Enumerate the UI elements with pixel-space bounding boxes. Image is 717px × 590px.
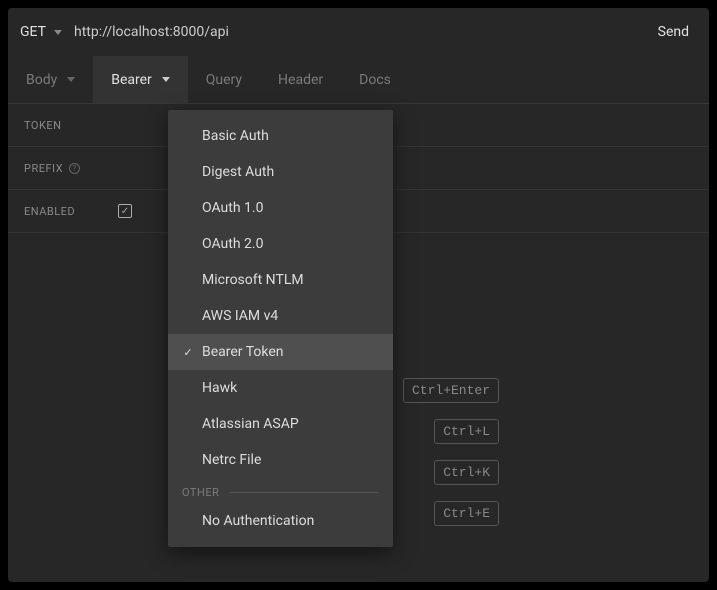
chevron-down-icon bbox=[162, 77, 170, 82]
auth-option-label: Microsoft NTLM bbox=[202, 272, 379, 288]
tab-label: Bearer bbox=[111, 72, 152, 88]
app-window: GET Send Body Bearer Query Header Docs T… bbox=[8, 8, 709, 582]
shortcut-row: Ctrl+K bbox=[434, 460, 499, 485]
tabs: Body Bearer Query Header Docs bbox=[8, 56, 709, 104]
auth-option[interactable]: Digest Auth bbox=[168, 154, 393, 190]
auth-option-label: No Authentication bbox=[202, 513, 379, 529]
url-bar: GET Send bbox=[8, 8, 709, 56]
url-input[interactable] bbox=[74, 24, 638, 40]
dropdown-section-header: OTHER bbox=[168, 478, 393, 503]
help-icon[interactable]: ? bbox=[69, 163, 80, 174]
auth-option-label: Netrc File bbox=[202, 452, 379, 468]
shortcut-hints: Ctrl+Enter Ctrl+L Ctrl+K Ctrl+E bbox=[403, 378, 499, 526]
auth-option[interactable]: Microsoft NTLM bbox=[168, 262, 393, 298]
keyboard-shortcut: Ctrl+K bbox=[434, 460, 499, 485]
tab-label: Body bbox=[26, 72, 57, 88]
auth-option[interactable]: OAuth 1.0 bbox=[168, 190, 393, 226]
send-button[interactable]: Send bbox=[650, 20, 697, 44]
auth-option-label: Basic Auth bbox=[202, 128, 379, 144]
token-label: TOKEN bbox=[24, 119, 94, 132]
auth-option-label: Bearer Token bbox=[202, 344, 379, 360]
chevron-down-icon bbox=[54, 30, 62, 35]
prefix-label: PREFIX ? bbox=[24, 162, 94, 175]
enabled-label: ENABLED bbox=[24, 205, 94, 218]
keyboard-shortcut: Ctrl+Enter bbox=[403, 378, 499, 403]
auth-option-label: Digest Auth bbox=[202, 164, 379, 180]
method-label: GET bbox=[20, 24, 46, 40]
auth-option[interactable]: Atlassian ASAP bbox=[168, 406, 393, 442]
auth-option[interactable]: Basic Auth bbox=[168, 118, 393, 154]
shortcut-row: Ctrl+Enter bbox=[403, 378, 499, 403]
auth-option-label: OAuth 1.0 bbox=[202, 200, 379, 216]
auth-option-label: AWS IAM v4 bbox=[202, 308, 379, 324]
keyboard-shortcut: Ctrl+E bbox=[434, 501, 499, 526]
check-icon: ✓ bbox=[182, 346, 194, 359]
auth-option[interactable]: No Authentication bbox=[168, 503, 393, 539]
keyboard-shortcut: Ctrl+L bbox=[434, 419, 499, 444]
chevron-down-icon bbox=[67, 77, 75, 82]
tab-auth[interactable]: Bearer bbox=[93, 56, 188, 103]
auth-option-label: OAuth 2.0 bbox=[202, 236, 379, 252]
enabled-checkbox[interactable]: ✓ bbox=[118, 204, 132, 218]
auth-option[interactable]: ✓ Bearer Token bbox=[168, 334, 393, 370]
auth-type-dropdown: Basic Auth Digest Auth OAuth 1.0 OAuth 2.0 M… bbox=[168, 110, 393, 547]
shortcut-row: Ctrl+E bbox=[434, 501, 499, 526]
auth-option[interactable]: Hawk bbox=[168, 370, 393, 406]
tab-header[interactable]: Header bbox=[260, 56, 341, 103]
shortcut-row: Ctrl+L bbox=[434, 419, 499, 444]
divider bbox=[229, 492, 379, 493]
auth-option-label: Hawk bbox=[202, 380, 379, 396]
tab-docs[interactable]: Docs bbox=[341, 56, 409, 103]
tab-body[interactable]: Body bbox=[8, 56, 93, 103]
auth-option[interactable]: AWS IAM v4 bbox=[168, 298, 393, 334]
auth-option[interactable]: OAuth 2.0 bbox=[168, 226, 393, 262]
auth-option-label: Atlassian ASAP bbox=[202, 416, 379, 432]
tab-query[interactable]: Query bbox=[188, 56, 260, 103]
method-select[interactable]: GET bbox=[20, 24, 62, 40]
auth-option[interactable]: Netrc File bbox=[168, 442, 393, 478]
